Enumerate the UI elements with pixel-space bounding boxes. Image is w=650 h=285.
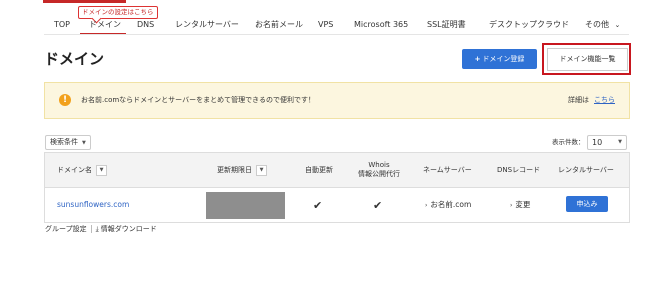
col-auto-renew: 自動更新	[305, 166, 333, 174]
checkmark-icon: ✔	[313, 199, 323, 212]
triangle-down-icon: ▼	[618, 139, 622, 145]
top-accent-bar	[43, 0, 126, 3]
nav-item-vps[interactable]: VPS	[318, 17, 333, 33]
register-domain-label: ドメイン登録	[482, 55, 525, 63]
page-title: ドメイン	[44, 50, 105, 68]
col-dns: DNSレコード	[497, 166, 541, 174]
col-expiry: 更新期限日 ▼	[217, 153, 267, 187]
chevron-down-icon: ⌄	[614, 21, 621, 29]
dns-change-label: 変更	[515, 200, 531, 209]
domain-table: ドメイン名 ▼ 更新期限日 ▼ 自動更新 Whois 情報公開代行 ネームサーバー …	[44, 152, 630, 223]
col-nameserver: ネームサーバー	[423, 166, 472, 174]
col-rental-server: レンタルサーバー	[558, 166, 614, 174]
nameserver-link[interactable]: › お名前.com	[425, 188, 471, 223]
col-whois-line1: Whois	[368, 161, 390, 169]
nameserver-value: お名前.com	[430, 200, 472, 209]
footer-links: グループ設定 ⤓ 情報ダウンロード	[45, 224, 157, 234]
checkmark-icon: ✔	[373, 199, 383, 212]
sort-expiry-button[interactable]: ▼	[256, 164, 267, 176]
per-page-label: 表示件数：	[552, 138, 585, 146]
search-conditions-label: 検索条件	[50, 138, 78, 146]
plus-icon: +	[474, 55, 481, 63]
nav-item-dns[interactable]: DNS	[137, 17, 154, 33]
nav-item-other[interactable]: その他 ⌄	[585, 17, 620, 33]
chevron-right-icon: ›	[425, 202, 428, 209]
col-expiry-label: 更新期限日	[217, 166, 252, 174]
nav-item-ssl[interactable]: SSL証明書	[427, 17, 466, 33]
footer-divider	[90, 225, 92, 233]
highlight-box	[542, 43, 631, 75]
col-domain-label: ドメイン名	[57, 166, 92, 174]
table-row: sunsunflowers.com ✔ ✔ › お名前.com › 変更 申込み	[45, 188, 629, 222]
sort-domain-button[interactable]: ▼	[96, 164, 107, 176]
nav-item-rental-server[interactable]: レンタルサーバー	[175, 17, 239, 33]
register-domain-button[interactable]: + ドメイン登録	[462, 49, 537, 69]
nav-item-top[interactable]: TOP	[54, 17, 70, 33]
notice-detail-prefix: 詳細は	[568, 96, 589, 104]
nav-item-desktop-cloud[interactable]: デスクトップクラウド	[489, 17, 569, 33]
dns-change-link[interactable]: › 変更	[510, 188, 530, 223]
search-conditions-button[interactable]: 検索条件 ▼	[45, 135, 91, 150]
main-nav: TOP ドメイン DNS レンタルサーバー お名前メール VPS Microso…	[44, 17, 629, 35]
chevron-right-icon: ›	[510, 202, 513, 209]
nav-item-microsoft365[interactable]: Microsoft 365	[354, 17, 408, 33]
nav-item-domain[interactable]: ドメイン	[89, 17, 121, 33]
triangle-down-icon: ▼	[82, 140, 86, 146]
download-link[interactable]: ⤓ 情報ダウンロード	[96, 225, 157, 233]
download-icon: ⤓	[95, 225, 99, 233]
table-header: ドメイン名 ▼ 更新期限日 ▼ 自動更新 Whois 情報公開代行 ネームサーバー …	[45, 153, 629, 188]
nav-item-onamae-mail[interactable]: お名前メール	[255, 17, 303, 33]
col-whois: Whois 情報公開代行	[351, 161, 407, 179]
download-label: 情報ダウンロード	[100, 225, 157, 233]
per-page-select[interactable]: 10 ▼	[587, 135, 627, 150]
notice-detail: 詳細は こちら	[568, 83, 615, 118]
group-settings-link[interactable]: グループ設定	[45, 225, 87, 233]
rental-apply-button[interactable]: 申込み	[566, 196, 608, 212]
redacted-expiry-date	[206, 192, 285, 219]
nav-divider	[44, 34, 629, 35]
notice-text: お名前.comならドメインとサーバーをまとめて管理できるので便利です！	[81, 96, 315, 104]
info-notice: ! お名前.comならドメインとサーバーをまとめて管理できるので便利です！ 詳細…	[44, 82, 630, 119]
domain-name-link[interactable]: sunsunflowers.com	[57, 188, 129, 222]
notice-detail-link[interactable]: こちら	[594, 96, 615, 104]
col-whois-line2: 情報公開代行	[358, 170, 400, 178]
nav-item-other-label: その他	[585, 20, 609, 29]
per-page-value: 10	[592, 138, 603, 147]
col-domain: ドメイン名 ▼	[57, 153, 107, 187]
info-icon: !	[59, 94, 71, 106]
